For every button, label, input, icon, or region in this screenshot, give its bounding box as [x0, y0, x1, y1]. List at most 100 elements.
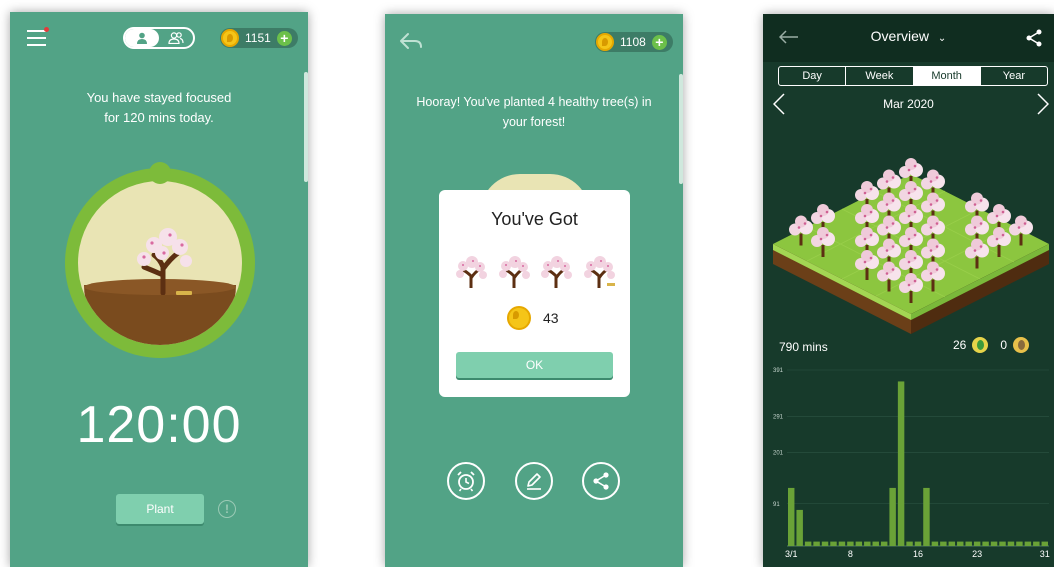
plant-button[interactable]: Plant	[116, 494, 204, 524]
dead-tree-icon	[1013, 337, 1030, 353]
overview-dropdown[interactable]: Overview ⌄	[763, 28, 1054, 44]
chart-bar[interactable]	[864, 541, 871, 546]
reward-dialog: You've Got 43 OK	[439, 190, 630, 397]
chart-bar[interactable]	[1024, 541, 1032, 546]
group-users-icon[interactable]	[159, 29, 193, 47]
timer: 120:00	[76, 396, 242, 454]
single-user-icon[interactable]	[125, 29, 159, 47]
plant-button-label: Plant	[146, 502, 174, 516]
coin-reward-amount: 43	[543, 310, 559, 326]
cherry-tree-icon	[498, 256, 530, 288]
chart-bar[interactable]	[973, 541, 981, 546]
period-label: Mar 2020	[883, 97, 934, 111]
mode-toggle[interactable]	[123, 27, 195, 49]
progress-ring	[65, 162, 255, 358]
y-tick-label: 201	[773, 451, 784, 457]
add-coins-icon[interactable]: +	[651, 34, 667, 50]
chart-bar[interactable]	[940, 541, 947, 546]
success-message-line1: Hooray! You've planted 4 healthy tree(s)…	[416, 95, 652, 109]
add-coins-icon[interactable]: +	[276, 30, 292, 46]
tree-pot-circle	[78, 181, 242, 345]
cherry-tree-icon	[541, 256, 573, 288]
chart-bar[interactable]	[923, 487, 930, 546]
coin-balance[interactable]: 1151 +	[220, 28, 298, 48]
chart-bar[interactable]	[1033, 541, 1040, 546]
chart-bar[interactable]	[914, 541, 922, 546]
y-tick-label: 291	[773, 415, 784, 421]
ok-button[interactable]: OK	[456, 352, 613, 378]
forest-island	[773, 158, 1049, 334]
chart-bar[interactable]	[813, 541, 820, 546]
cherry-tree-icon	[456, 256, 487, 288]
x-tick-label: 16	[913, 549, 923, 559]
chart-bar[interactable]	[889, 487, 896, 546]
chart-bar[interactable]	[821, 541, 829, 546]
pencil-icon	[527, 473, 541, 490]
coin-icon	[221, 29, 239, 47]
chart-bar[interactable]	[965, 541, 972, 546]
notification-dot	[44, 27, 49, 32]
chart-bar[interactable]	[948, 541, 956, 546]
chart-bar[interactable]	[999, 541, 1006, 546]
chevron-down-icon: ⌄	[937, 33, 947, 44]
chart-bar[interactable]	[804, 541, 812, 546]
cherry-tree-icon	[583, 256, 615, 288]
coin-icon	[507, 306, 531, 330]
tab-day[interactable]: Day	[779, 67, 847, 85]
info-icon-glyph: !	[225, 502, 229, 516]
chart-bar[interactable]	[931, 541, 939, 546]
coin-icon	[596, 33, 614, 51]
chart-bar[interactable]	[796, 509, 803, 546]
chart-bar[interactable]	[990, 541, 998, 546]
chart-bar[interactable]	[855, 541, 863, 546]
progress-knob[interactable]	[149, 162, 171, 184]
info-icon[interactable]: !	[218, 500, 236, 518]
tree-stats: 26 0	[953, 337, 1030, 353]
menu-icon[interactable]	[27, 27, 49, 46]
y-tick-label: 391	[773, 368, 784, 374]
focus-screen: 1151 + You have stayed focused for 120 m…	[10, 12, 308, 567]
share-button[interactable]	[582, 462, 620, 500]
focus-message-line2: for 120 mins today.	[104, 110, 214, 125]
x-tick-label: 8	[848, 549, 853, 559]
chart-bar[interactable]	[830, 541, 837, 546]
alarm-button[interactable]	[447, 462, 485, 500]
period-tabs: Day Week Month Year	[778, 66, 1048, 86]
x-tick-label: 3/1	[785, 549, 798, 559]
chart-bar[interactable]	[897, 381, 905, 546]
chart-bar[interactable]	[788, 487, 795, 546]
overview-screen: Overview ⌄ Day Week Month Year Mar 2020 …	[763, 14, 1054, 567]
chart-bar[interactable]	[906, 541, 913, 546]
chart-bar[interactable]	[957, 541, 964, 546]
success-message-line2: your forest!	[502, 115, 566, 129]
tab-week[interactable]: Week	[846, 67, 914, 85]
chart-bar[interactable]	[847, 541, 854, 546]
focus-bar-chart: 391 291 201 91 3/1 8 16 23 31	[773, 368, 1050, 559]
dead-tree-count: 0	[1000, 338, 1008, 352]
coin-balance[interactable]: 1108 +	[595, 32, 673, 52]
x-tick-label: 23	[972, 549, 982, 559]
chart-bar[interactable]	[880, 541, 888, 546]
edit-button[interactable]	[515, 462, 553, 500]
total-focus-time: 790 mins	[779, 340, 828, 354]
coin-count: 1151	[245, 31, 271, 45]
tab-year[interactable]: Year	[981, 67, 1047, 85]
alarm-clock-icon	[457, 471, 475, 492]
healthy-tree-count: 26	[953, 338, 967, 352]
chart-bar[interactable]	[1041, 541, 1048, 546]
coin-reward: 43	[507, 306, 559, 330]
focus-message: You have stayed focused for 120 mins tod…	[10, 88, 308, 128]
tab-month[interactable]: Month	[913, 67, 981, 85]
share-icon[interactable]	[1025, 29, 1043, 47]
back-icon[interactable]	[399, 32, 423, 50]
chart-bar[interactable]	[872, 541, 879, 546]
earned-trees	[453, 252, 617, 290]
healthy-tree-icon	[972, 337, 989, 353]
chevron-right-icon[interactable]	[1037, 93, 1049, 115]
chart-bar[interactable]	[1016, 541, 1023, 546]
focus-message-line1: You have stayed focused	[86, 90, 232, 105]
cherry-tree-icon	[137, 228, 192, 295]
chart-bar[interactable]	[838, 541, 846, 546]
chart-bar[interactable]	[1007, 541, 1015, 546]
chart-bar[interactable]	[982, 541, 989, 546]
